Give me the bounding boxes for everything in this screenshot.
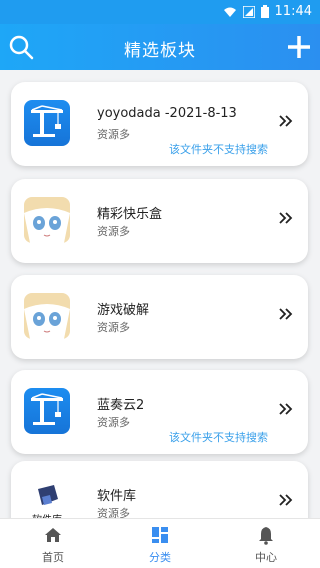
- item-subtitle: 资源多: [97, 128, 130, 141]
- list-item[interactable]: 蓝奏云2 资源多 该文件夹不支持搜索: [11, 370, 308, 454]
- search-unsupported-note: 该文件夹不支持搜索: [169, 431, 268, 444]
- item-subtitle: 资源多: [97, 225, 130, 238]
- nav-center[interactable]: 中心: [213, 519, 319, 568]
- home-icon: [45, 528, 61, 542]
- battery-icon: [260, 5, 269, 18]
- item-subtitle: 资源多: [97, 416, 130, 429]
- item-name: 软件库: [97, 489, 137, 504]
- wifi-icon: [223, 7, 236, 17]
- chevron-right-double-icon[interactable]: [278, 306, 294, 322]
- signal-icon: [242, 5, 255, 18]
- item-name: 游戏破解: [97, 303, 150, 318]
- nav-category-label: 分类: [149, 551, 171, 564]
- anime-avatar-icon: [24, 293, 70, 339]
- anime-avatar-icon: [24, 197, 70, 243]
- chevron-right-double-icon[interactable]: [278, 210, 294, 226]
- status-bar: 11:44: [0, 0, 320, 24]
- add-icon[interactable]: [286, 34, 312, 60]
- nav-category[interactable]: 分类: [107, 519, 213, 568]
- list-item[interactable]: 精彩快乐盒 资源多: [11, 179, 308, 263]
- status-time: 11:44: [274, 4, 312, 19]
- app-bar: 精选板块: [0, 24, 320, 70]
- crane-app-icon: [24, 388, 70, 434]
- list-item[interactable]: yoyodada -2021-8-13 资源多 该文件夹不支持搜索: [11, 82, 308, 166]
- nav-home[interactable]: 首页: [0, 519, 106, 568]
- bottom-navigation: 首页 分类 中心: [0, 518, 320, 568]
- bell-icon: [259, 527, 273, 545]
- chevron-right-double-icon[interactable]: [278, 113, 294, 129]
- nav-home-label: 首页: [42, 551, 64, 564]
- list-item[interactable]: 游戏破解 资源多: [11, 275, 308, 359]
- nav-center-label: 中心: [255, 551, 277, 564]
- search-unsupported-note: 该文件夹不支持搜索: [169, 143, 268, 156]
- chevron-right-double-icon[interactable]: [278, 401, 294, 417]
- crane-app-icon: [24, 100, 70, 146]
- item-subtitle: 资源多: [97, 321, 130, 334]
- item-name: yoyodada -2021-8-13: [97, 106, 237, 121]
- item-name: 精彩快乐盒: [97, 207, 163, 222]
- status-icons: 11:44: [223, 4, 312, 19]
- chevron-right-double-icon[interactable]: [278, 492, 294, 508]
- grid-icon: [152, 527, 168, 543]
- item-name: 蓝奏云2: [97, 398, 145, 413]
- page-title: 精选板块: [124, 41, 196, 61]
